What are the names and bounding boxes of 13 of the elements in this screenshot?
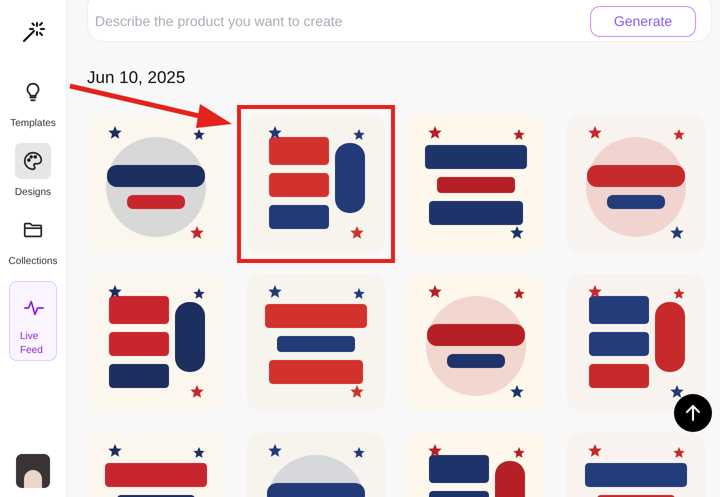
nav-item[interactable]: Live Feed: [9, 281, 57, 361]
nav-item[interactable]: Templates: [3, 74, 63, 131]
nav-item[interactable]: Collections: [3, 212, 63, 269]
arrow-up-icon: [686, 405, 700, 421]
scroll-to-top-button[interactable]: [674, 394, 712, 432]
generate-button[interactable]: Generate: [590, 6, 696, 36]
avatar[interactable]: [16, 454, 50, 488]
date-heading: Jun 10, 2025: [87, 67, 186, 89]
nav-item[interactable]: Designs: [3, 143, 63, 200]
prompt-field[interactable]: Describe the product you want to create Generate: [87, 0, 712, 42]
palette-icon: [22, 150, 44, 172]
magic-wand-icon[interactable]: [21, 20, 45, 44]
design-tile[interactable]: [237, 104, 395, 262]
